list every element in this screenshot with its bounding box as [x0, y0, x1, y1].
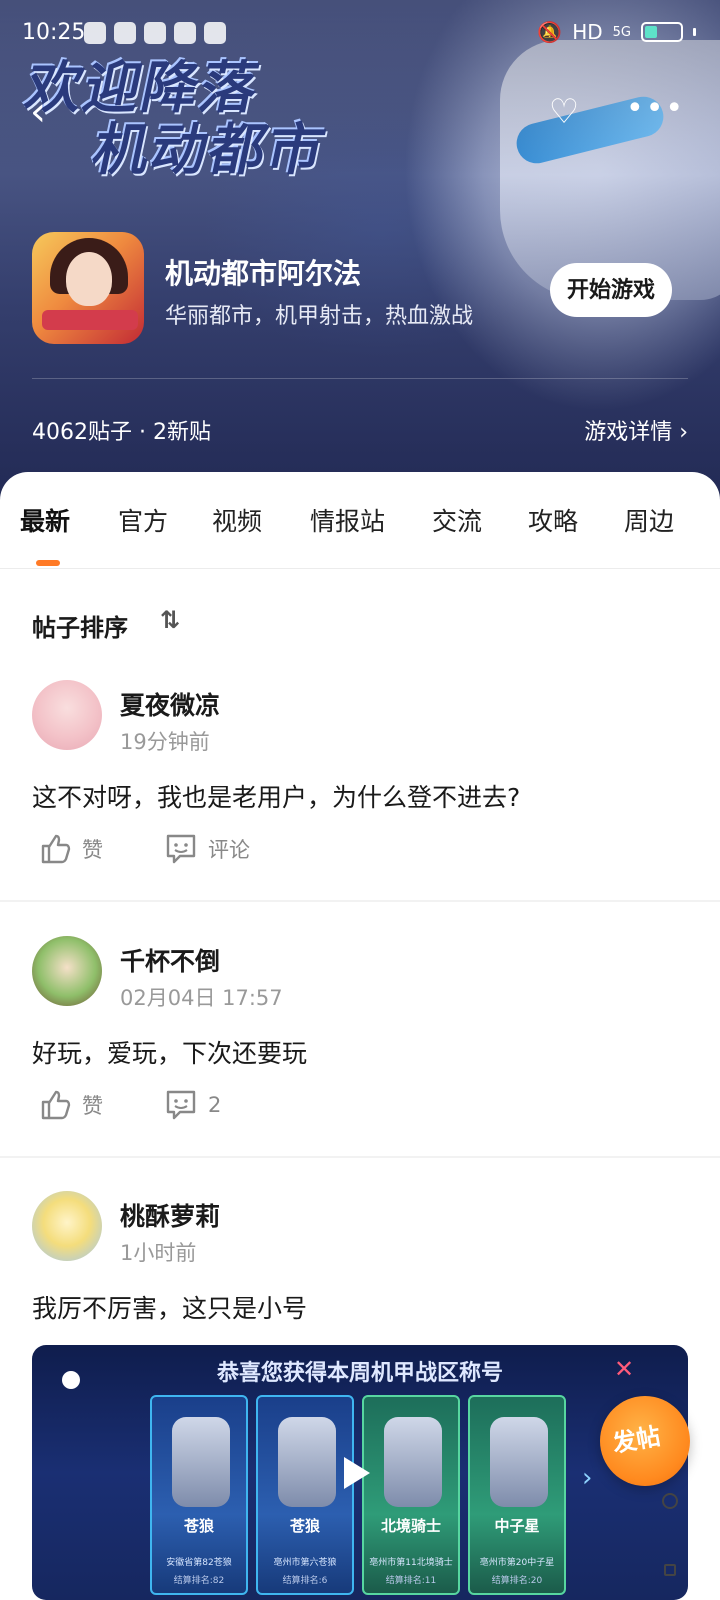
play-icon[interactable] [344, 1457, 370, 1489]
post-username[interactable]: 千杯不倒 [120, 942, 220, 978]
tab-merch[interactable]: 周边 [624, 502, 674, 538]
robot-icon [172, 1417, 230, 1507]
game-app-icon[interactable] [32, 232, 144, 344]
home-nav-icon[interactable] [662, 1493, 678, 1509]
battery-icon [641, 22, 683, 42]
mecha-card: 苍狼 安徽省第82苍狼 结算排名:82 [150, 1395, 248, 1595]
game-description: 华丽都市，机甲射击，热血激战 [165, 304, 474, 329]
signal-label: 5G [612, 24, 631, 40]
active-tab-indicator [36, 560, 60, 566]
back-icon: ‹ [30, 89, 46, 135]
card-subtitle: 亳州市第20中子星 [479, 1558, 555, 1568]
category-tabs: 最新 官方 视频 情报站 交流 攻略 周边 [0, 502, 720, 552]
mecha-card: 北境骑士 亳州市第11北境骑士 结算排名:11 [362, 1395, 460, 1595]
mute-icon: 🔕 [537, 20, 563, 44]
video-icon [204, 22, 226, 44]
mecha-card: 苍狼 亳州市第六苍狼 结算排名:6 [256, 1395, 354, 1595]
like-button[interactable]: 赞 [38, 832, 103, 866]
post-divider [0, 1156, 720, 1158]
tab-official[interactable]: 官方 [118, 502, 168, 538]
more-button[interactable]: ••• [626, 92, 683, 132]
tabs-divider [0, 568, 720, 569]
status-right: 🔕 HD 5G [537, 20, 696, 44]
icon-gun [42, 310, 138, 330]
close-icon: ✕ [614, 1355, 635, 1383]
status-bar: 10:25 🔕 HD 5G [0, 0, 720, 64]
game-header-banner: 欢迎降落 机动都市 10:25 🔕 HD 5G ‹ ♡ ••• 机动都市阿尔法 [0, 0, 720, 500]
notification-icons [84, 22, 226, 44]
comment-count: 2 [208, 1093, 222, 1117]
post-text[interactable]: 我厉不厉害，这只是小号 [32, 1289, 307, 1325]
card-subtitle: 亳州市第六苍狼 [273, 1558, 337, 1568]
tab-guides[interactable]: 攻略 [528, 502, 578, 538]
thumbs-up-icon [41, 834, 71, 864]
like-button[interactable]: 赞 [38, 1088, 103, 1122]
wechat-icon [114, 22, 136, 44]
card-subtitle: 亳州市第11北境骑士 [369, 1558, 453, 1568]
card-rank: 结算排名:20 [491, 1576, 543, 1586]
post-divider [0, 900, 720, 902]
recents-nav-icon[interactable] [664, 1564, 676, 1576]
post-time: 19分钟前 [120, 730, 210, 754]
game-details-link[interactable]: 游戏详情 › [584, 414, 688, 446]
app-notification-icon [84, 22, 106, 44]
post-text[interactable]: 好玩，爱玩，下次还要玩 [32, 1034, 307, 1070]
tab-video[interactable]: 视频 [212, 502, 262, 538]
thumbs-up-icon [41, 1090, 71, 1120]
card-name: 北境骑士 [380, 1517, 441, 1535]
comment-label: 评论 [208, 838, 250, 862]
icon-face [66, 252, 112, 306]
card-name: 苍狼 [183, 1517, 214, 1535]
follow-game-button[interactable]: ♡ [544, 92, 584, 132]
like-label: 赞 [82, 838, 103, 862]
screenshot-title: 恭喜您获得本周机甲战区称号 [216, 1361, 503, 1386]
card-rank: 结算排名:6 [282, 1576, 328, 1586]
card-rank: 结算排名:11 [385, 1576, 437, 1586]
comment-icon [166, 1090, 196, 1120]
avatar[interactable] [32, 936, 102, 1006]
post-username[interactable]: 夏夜微凉 [120, 686, 220, 722]
download-icon [174, 22, 196, 44]
comment-icon [166, 834, 196, 864]
hero-divider [32, 378, 688, 379]
tab-intel[interactable]: 情报站 [310, 502, 385, 538]
post-time: 02月04日 17:57 [120, 986, 283, 1010]
chevron-right-icon: › [582, 1463, 593, 1493]
robot-icon [384, 1417, 442, 1507]
card-rank: 结算排名:82 [173, 1576, 225, 1586]
post-time: 1小时前 [120, 1241, 197, 1265]
more-icon: ••• [626, 91, 686, 126]
mecha-card: 中子星 亳州市第20中子星 结算排名:20 [468, 1395, 566, 1595]
battery-tip [693, 28, 696, 36]
like-label: 赞 [82, 1094, 103, 1118]
card-name: 苍狼 [289, 1517, 320, 1535]
comment-button[interactable]: 2 [164, 1088, 221, 1122]
wechat-icon-2 [144, 22, 166, 44]
post-image[interactable]: 恭喜您获得本周机甲战区称号 ✕ 苍狼 安徽省第82苍狼 结算排名:82 苍狼 亳… [32, 1345, 688, 1600]
robot-icon [278, 1417, 336, 1507]
sort-label[interactable]: 帖子排序 [32, 608, 128, 643]
card-name: 中子星 [494, 1517, 540, 1535]
post-username[interactable]: 桃酥萝莉 [120, 1197, 220, 1233]
comment-button[interactable]: 评论 [164, 832, 250, 866]
post-text[interactable]: 这不对呀，我也是老用户，为什么登不进去? [32, 778, 520, 814]
tab-discussion[interactable]: 交流 [432, 502, 482, 538]
post-stats: 4062贴子 · 2新贴 [32, 420, 211, 445]
tab-latest[interactable]: 最新 [20, 502, 70, 538]
card-subtitle: 安徽省第82苍狼 [166, 1558, 232, 1568]
create-post-button[interactable]: 发帖 [600, 1396, 690, 1486]
status-time: 10:25 [22, 20, 86, 45]
game-title: 机动都市阿尔法 [165, 257, 362, 290]
create-post-label: 发帖 [610, 1422, 663, 1458]
sort-icon[interactable]: ⇅ [160, 606, 180, 634]
start-game-button[interactable]: 开始游戏 [550, 263, 672, 317]
robot-icon [490, 1417, 548, 1507]
avatar[interactable] [32, 680, 102, 750]
heart-plus-icon: ♡ [548, 92, 580, 132]
network-label: HD [572, 20, 603, 44]
avatar[interactable] [32, 1191, 102, 1261]
back-button[interactable]: ‹ [30, 92, 70, 132]
